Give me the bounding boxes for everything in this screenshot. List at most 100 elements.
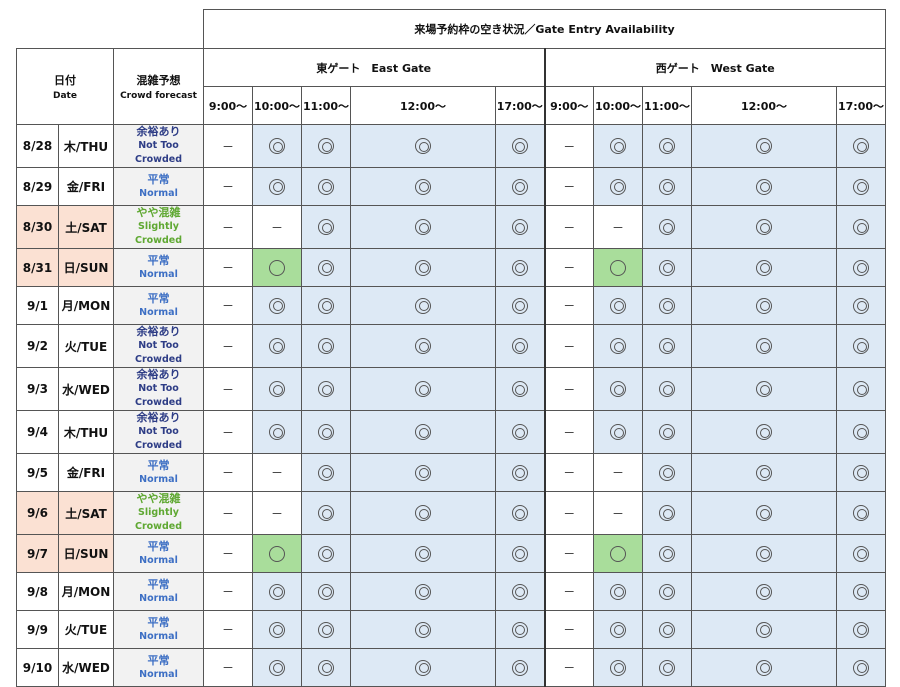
table-row: 9/1 月/MON 平常 Normal －－ [16, 286, 886, 325]
forecast-label-en: Slightly Crowded [134, 507, 182, 532]
double-circle-icon [756, 381, 772, 397]
weekday-cell: 月/MON [58, 572, 114, 611]
double-circle-icon [756, 297, 772, 314]
date-header-en: Date [53, 91, 77, 101]
double-circle-icon [511, 219, 528, 235]
slot-west-0: － [544, 534, 594, 573]
dash-icon: － [221, 623, 234, 637]
double-circle-icon [318, 259, 334, 276]
double-circle-icon [659, 297, 675, 314]
slot-west-3 [691, 167, 837, 206]
double-circle-icon [318, 659, 334, 676]
dash-icon: － [221, 585, 234, 599]
weekday-cell: 月/MON [58, 286, 114, 325]
slot-east-0: － [203, 648, 253, 687]
forecast-label-jp: 余裕あり [136, 325, 181, 339]
double-circle-icon [659, 545, 675, 562]
slot-west-1: － [593, 453, 643, 492]
date-cell: 9/3 [16, 367, 59, 411]
double-circle-icon [853, 583, 869, 600]
slot-west-3 [691, 491, 837, 535]
time-header-east-1700: 17:00～ [495, 86, 546, 125]
forecast-label-jp: 平常 [147, 458, 170, 472]
weekday-cell: 金/FRI [58, 453, 114, 492]
double-circle-icon [318, 138, 334, 154]
dash-icon: － [611, 466, 624, 480]
slot-east-2 [301, 367, 351, 411]
double-circle-icon [269, 297, 285, 314]
double-circle-icon [318, 338, 334, 354]
forecast-cell: やや混雑 Slightly Crowded [113, 205, 204, 249]
date-header: 日付 Date [16, 48, 114, 125]
availability-table: 来場予約枠の空き状況／Gate Entry Availability 日付 Da… [16, 9, 886, 687]
slot-east-1: － [252, 491, 302, 535]
slot-east-2 [301, 324, 351, 368]
double-circle-icon [415, 505, 431, 521]
double-circle-icon [415, 659, 431, 676]
forecast-label-jp: 余裕あり [136, 411, 181, 425]
dash-icon: － [563, 425, 576, 440]
slot-east-1 [252, 124, 302, 168]
time-header-west-1200: 12:00～ [691, 86, 837, 125]
slot-west-0: － [544, 410, 594, 454]
forecast-cell: 平常 Normal [113, 534, 204, 573]
slot-east-3 [350, 124, 496, 168]
forecast-label-en: Not Too Crowded [134, 383, 182, 408]
double-circle-icon [756, 621, 772, 638]
double-circle-icon [318, 424, 334, 440]
table-title: 来場予約枠の空き状況／Gate Entry Availability [203, 9, 886, 49]
slot-east-2 [301, 534, 351, 573]
table-row: 9/9 火/TUE 平常 Normal －－ [16, 610, 886, 649]
slot-west-2 [642, 648, 692, 687]
double-circle-icon [853, 621, 869, 638]
forecast-header-jp: 混雑予想 [136, 74, 181, 87]
slot-east-0: － [203, 534, 253, 573]
double-circle-icon [511, 259, 528, 276]
dash-icon: － [563, 180, 576, 194]
double-circle-icon [318, 621, 334, 638]
circle-icon [269, 259, 285, 276]
weekday-cell: 木/THU [58, 410, 114, 454]
slot-west-2 [642, 367, 692, 411]
slot-west-2 [642, 205, 692, 249]
slot-east-0: － [203, 124, 253, 168]
date-cell: 9/6 [16, 491, 59, 535]
double-circle-icon [269, 338, 285, 354]
dash-icon: － [270, 220, 283, 235]
double-circle-icon [756, 505, 772, 521]
forecast-label-en: Normal [139, 306, 178, 318]
slot-west-1 [593, 248, 643, 287]
double-circle-icon [511, 621, 528, 638]
slot-east-3 [350, 167, 496, 206]
double-circle-icon [756, 424, 772, 440]
slot-west-1 [593, 610, 643, 649]
table-row: 9/4 木/THU 余裕あり Not Too Crowded －－ [16, 410, 886, 454]
slot-west-0: － [544, 453, 594, 492]
slot-west-2 [642, 410, 692, 454]
circle-icon [610, 545, 626, 562]
slot-west-2 [642, 324, 692, 368]
dash-icon: － [221, 506, 234, 521]
slot-west-4 [836, 367, 886, 411]
double-circle-icon [415, 621, 431, 638]
forecast-label-en: Normal [139, 268, 178, 280]
slot-west-4 [836, 286, 886, 325]
weekday-cell: 日/SUN [58, 248, 114, 287]
forecast-cell: 平常 Normal [113, 648, 204, 687]
double-circle-icon [659, 621, 675, 638]
table-row: 9/7 日/SUN 平常 Normal －－ [16, 534, 886, 573]
double-circle-icon [511, 178, 528, 195]
dash-icon: － [563, 506, 576, 521]
double-circle-icon [756, 545, 772, 562]
slot-west-4 [836, 534, 886, 573]
double-circle-icon [511, 659, 528, 676]
double-circle-icon [756, 659, 772, 676]
forecast-label-en: Not Too Crowded [134, 140, 182, 165]
double-circle-icon [415, 297, 431, 314]
slot-east-1 [252, 167, 302, 206]
dash-icon: － [611, 220, 624, 235]
date-cell: 9/9 [16, 610, 59, 649]
forecast-cell: 平常 Normal [113, 286, 204, 325]
table-row: 9/8 月/MON 平常 Normal －－ [16, 572, 886, 611]
double-circle-icon [659, 464, 675, 481]
